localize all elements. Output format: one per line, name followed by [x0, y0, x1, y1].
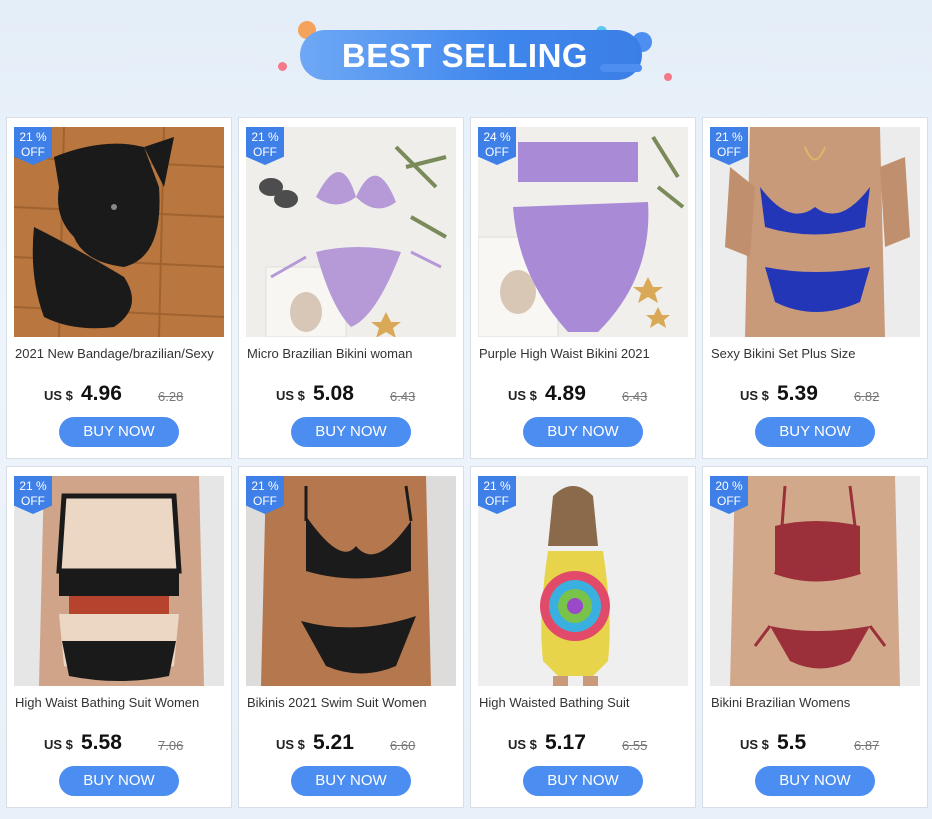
- sale-price: 5.21: [313, 731, 354, 754]
- original-price: 6.43: [622, 389, 648, 404]
- currency-label: US $: [276, 737, 305, 752]
- currency-label: US $: [44, 388, 73, 403]
- original-price: 6.60: [390, 738, 416, 753]
- product-card[interactable]: 21 % OFF High Waisted Bathing Suit US $ …: [470, 466, 696, 808]
- price-row: US $ 4.96 6.28: [7, 382, 231, 410]
- original-price: 7.06: [158, 738, 184, 753]
- product-card[interactable]: 21 % OFF High Waist Bathing Suit Women U…: [6, 466, 232, 808]
- product-name[interactable]: Micro Brazilian Bikini woman: [247, 346, 457, 376]
- currency-label: US $: [276, 388, 305, 403]
- discount-off-label: OFF: [485, 494, 509, 508]
- product-card[interactable]: 21 % OFF 2021 New Bandage/brazilian/Sexy…: [6, 117, 232, 459]
- original-price: 6.82: [854, 389, 880, 404]
- sale-price: 5.58: [81, 731, 122, 754]
- product-name[interactable]: High Waisted Bathing Suit: [479, 695, 689, 725]
- buy-now-button[interactable]: BUY NOW: [755, 417, 875, 447]
- currency-label: US $: [740, 737, 769, 752]
- product-grid: 21 % OFF 2021 New Bandage/brazilian/Sexy…: [6, 117, 928, 808]
- product-card[interactable]: 21 % OFF Bikinis 2021 Swim Suit Women US…: [238, 466, 464, 808]
- product-card[interactable]: 24 % OFF Purple High Waist Bikini 2021 U…: [470, 117, 696, 459]
- price-row: US $ 5.58 7.06: [7, 731, 231, 759]
- product-name[interactable]: Purple High Waist Bikini 2021: [479, 346, 689, 376]
- buy-now-button[interactable]: BUY NOW: [291, 766, 411, 796]
- buy-now-button[interactable]: BUY NOW: [523, 417, 643, 447]
- product-name[interactable]: Sexy Bikini Set Plus Size: [711, 346, 921, 376]
- buy-now-button[interactable]: BUY NOW: [291, 417, 411, 447]
- discount-percent: 21 %: [251, 479, 279, 493]
- product-name[interactable]: 2021 New Bandage/brazilian/Sexy: [15, 346, 225, 376]
- discount-percent: 21 %: [715, 130, 743, 144]
- section-title: BEST SELLING: [341, 37, 589, 74]
- original-price: 6.87: [854, 738, 880, 753]
- buy-now-button[interactable]: BUY NOW: [523, 766, 643, 796]
- discount-off-label: OFF: [717, 145, 741, 159]
- best-selling-banner: BEST SELLING: [0, 0, 932, 110]
- discount-off-label: OFF: [717, 494, 741, 508]
- price-row: US $ 5.39 6.82: [703, 382, 927, 410]
- sale-price: 4.89: [545, 382, 586, 405]
- buy-now-button[interactable]: BUY NOW: [755, 766, 875, 796]
- price-row: US $ 5.08 6.43: [239, 382, 463, 410]
- original-price: 6.43: [390, 389, 416, 404]
- product-name[interactable]: Bikini Brazilian Womens: [711, 695, 921, 725]
- product-name[interactable]: High Waist Bathing Suit Women: [15, 695, 225, 725]
- discount-off-label: OFF: [253, 494, 277, 508]
- discount-percent: 20 %: [715, 479, 743, 493]
- discount-off-label: OFF: [21, 145, 45, 159]
- product-name[interactable]: Bikinis 2021 Swim Suit Women: [247, 695, 457, 725]
- banner-dot: [278, 62, 287, 71]
- price-row: US $ 4.89 6.43: [471, 382, 695, 410]
- original-price: 6.55: [622, 738, 648, 753]
- price-row: US $ 5.21 6.60: [239, 731, 463, 759]
- currency-label: US $: [740, 388, 769, 403]
- sale-price: 5.39: [777, 382, 818, 405]
- discount-percent: 21 %: [19, 479, 47, 493]
- banner-dot: [664, 73, 672, 81]
- product-card[interactable]: 21 % OFF Micro Brazilian Bikini woman US…: [238, 117, 464, 459]
- product-card[interactable]: 21 % OFF Sexy Bikini Set Plus Size US $ …: [702, 117, 928, 459]
- discount-percent: 21 %: [19, 130, 47, 144]
- currency-label: US $: [508, 388, 537, 403]
- buy-now-button[interactable]: BUY NOW: [59, 766, 179, 796]
- price-row: US $ 5.5 6.87: [703, 731, 927, 759]
- original-price: 6.28: [158, 389, 184, 404]
- product-card[interactable]: 20 % OFF Bikini Brazilian Womens US $ 5.…: [702, 466, 928, 808]
- currency-label: US $: [508, 737, 537, 752]
- sale-price: 4.96: [81, 382, 122, 405]
- discount-off-label: OFF: [485, 145, 509, 159]
- currency-label: US $: [44, 737, 73, 752]
- price-row: US $ 5.17 6.55: [471, 731, 695, 759]
- sale-price: 5.08: [313, 382, 354, 405]
- discount-percent: 21 %: [251, 130, 279, 144]
- discount-off-label: OFF: [21, 494, 45, 508]
- discount-percent: 21 %: [483, 479, 511, 493]
- discount-percent: 24 %: [483, 130, 511, 144]
- sale-price: 5.17: [545, 731, 586, 754]
- discount-off-label: OFF: [253, 145, 277, 159]
- buy-now-button[interactable]: BUY NOW: [59, 417, 179, 447]
- sale-price: 5.5: [777, 731, 807, 754]
